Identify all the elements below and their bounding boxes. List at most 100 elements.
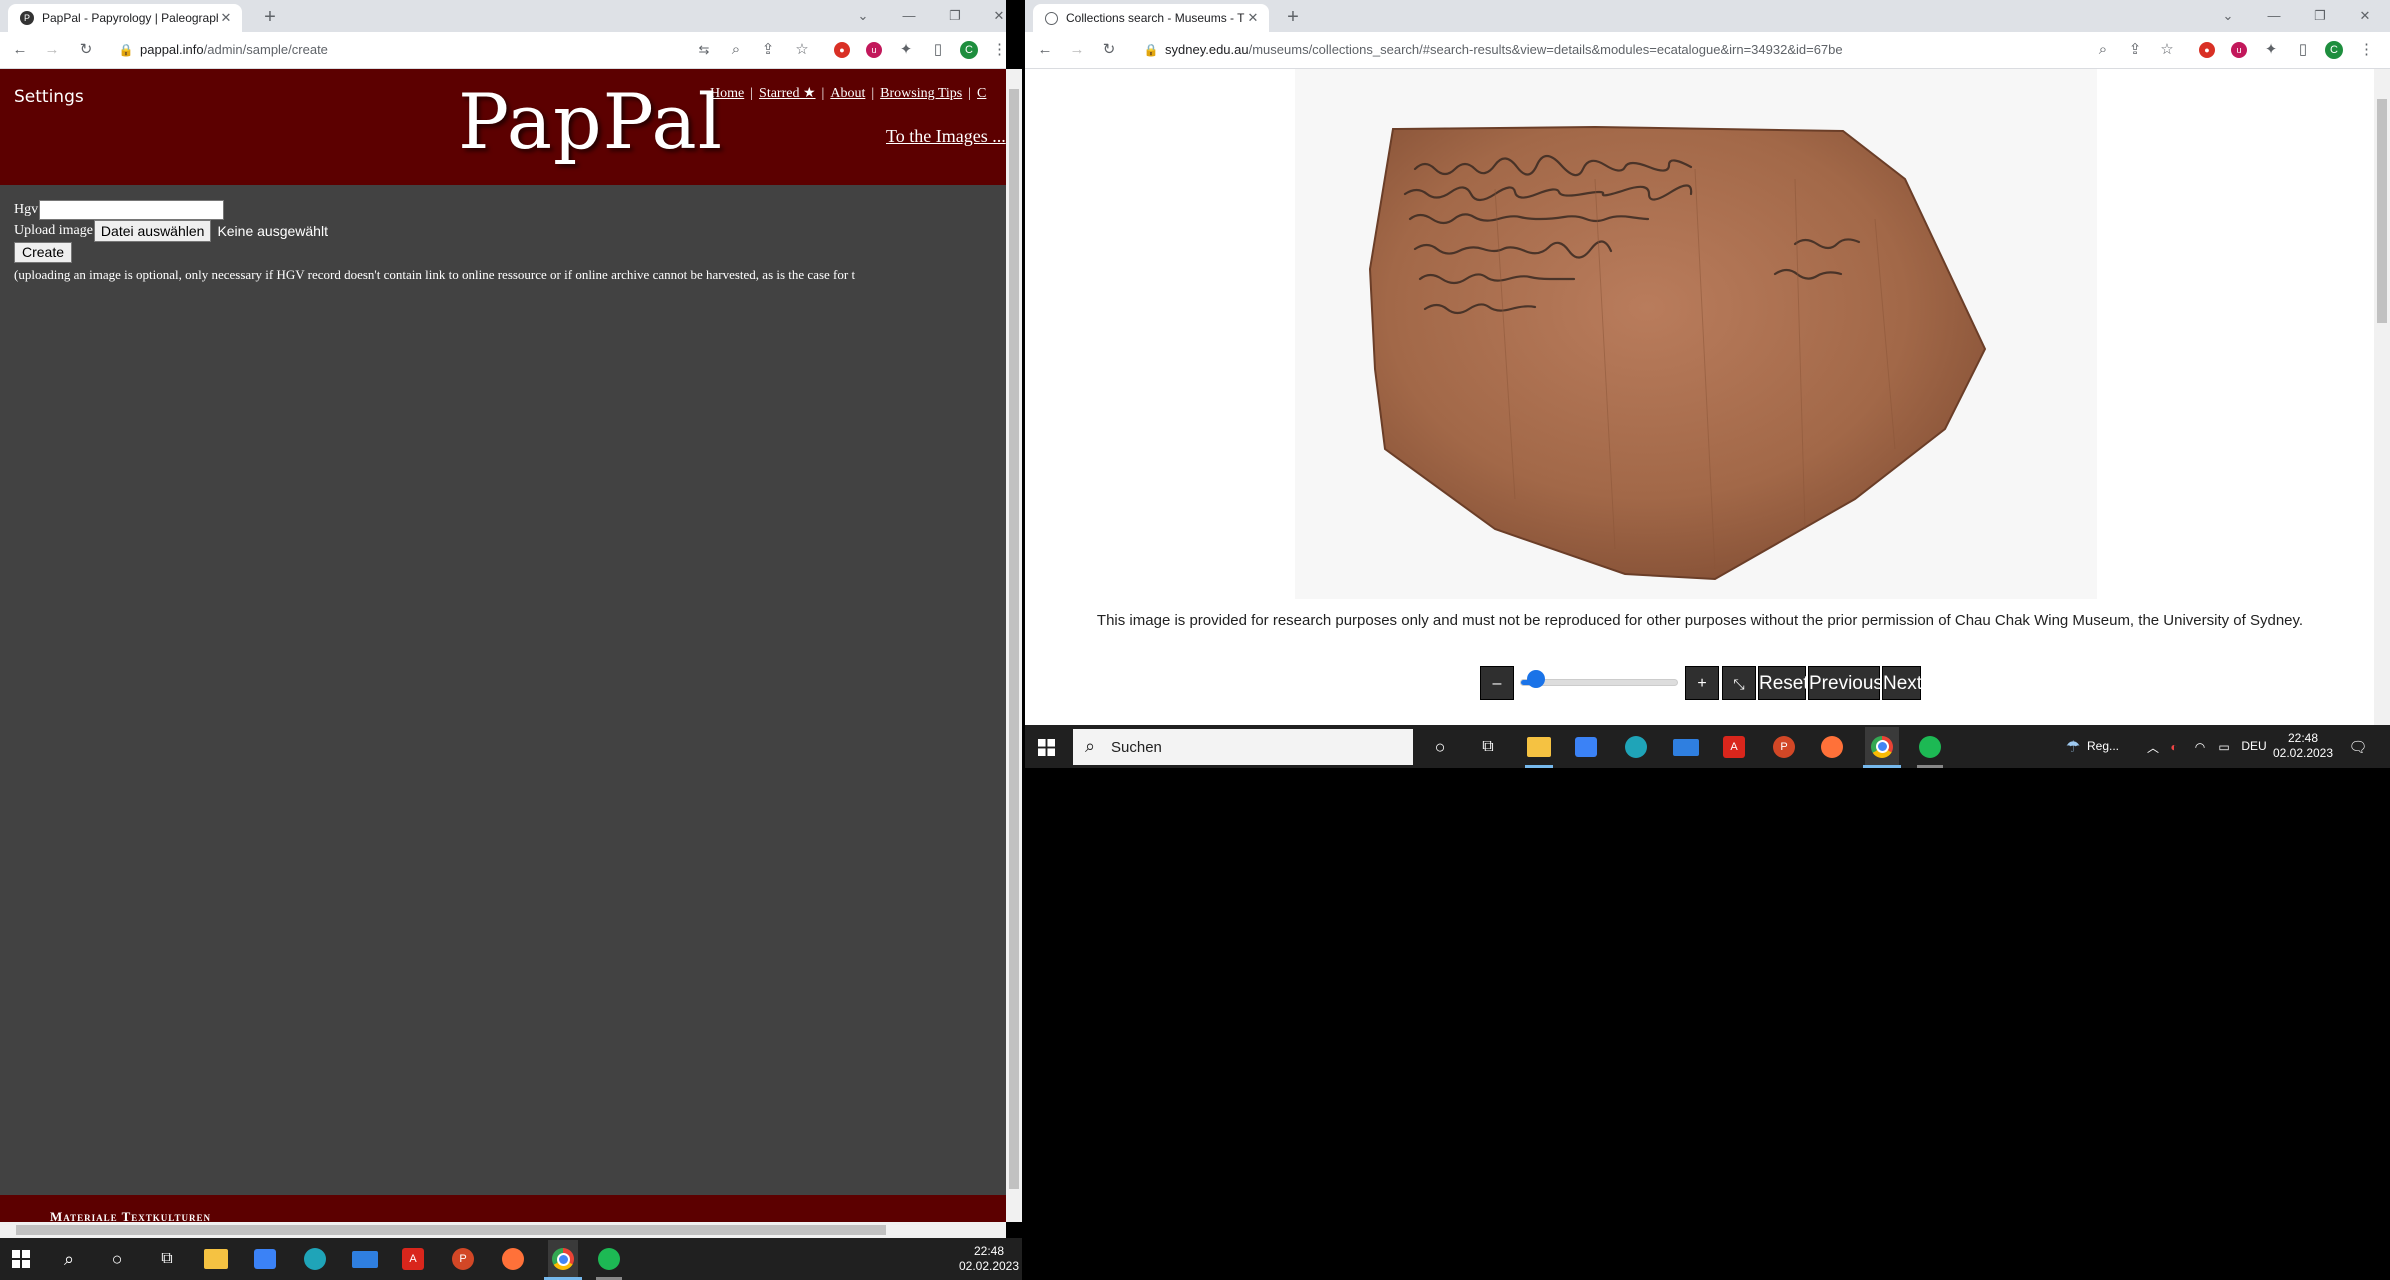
- new-tab-plus-icon[interactable]: +: [256, 4, 284, 30]
- nav-browsing-tips[interactable]: Browsing Tips: [880, 86, 962, 101]
- forward-arrow-icon[interactable]: →: [1067, 40, 1087, 60]
- firefox-icon[interactable]: [502, 1248, 524, 1270]
- powerpoint-icon[interactable]: P: [452, 1248, 474, 1270]
- file-explorer-icon[interactable]: [204, 1249, 228, 1269]
- sidepanel-icon[interactable]: ▯: [928, 40, 948, 60]
- menu-dots-icon[interactable]: ⋮: [2359, 40, 2374, 60]
- puzzle-icon[interactable]: ✦: [2261, 40, 2281, 60]
- task-view-icon[interactable]: ⧉: [1475, 735, 1501, 759]
- chrome-icon[interactable]: [1865, 727, 1899, 766]
- powerpoint-icon[interactable]: P: [1773, 736, 1795, 758]
- create-button[interactable]: Create: [14, 242, 73, 263]
- file-explorer-icon[interactable]: [1527, 737, 1551, 757]
- spotify-icon[interactable]: [1919, 736, 1941, 758]
- zoom-out-button[interactable]: –: [1480, 666, 1514, 700]
- reload-icon[interactable]: ↻: [76, 40, 96, 60]
- close-icon[interactable]: ✕: [1245, 10, 1261, 26]
- forward-arrow-icon[interactable]: →: [42, 40, 62, 60]
- left-vertical-thumb[interactable]: [1009, 89, 1019, 1189]
- chevron-down-icon[interactable]: ⌄: [840, 0, 886, 32]
- back-arrow-icon[interactable]: ←: [10, 40, 30, 60]
- mail-icon[interactable]: [1673, 739, 1699, 756]
- restore-icon[interactable]: ❐: [932, 0, 978, 32]
- next-button[interactable]: Next: [1882, 666, 1922, 700]
- left-horizontal-thumb[interactable]: [16, 1225, 886, 1235]
- star-icon[interactable]: ☆: [792, 40, 812, 60]
- translate-icon[interactable]: ⇆: [694, 40, 714, 60]
- mail-icon[interactable]: [352, 1251, 378, 1268]
- wifi-icon[interactable]: ◠: [2191, 737, 2209, 757]
- task-view-icon[interactable]: ⧉: [154, 1247, 180, 1271]
- star-icon[interactable]: ☆: [2157, 40, 2177, 60]
- choose-file-button[interactable]: Datei auswählen: [93, 219, 212, 242]
- zoom-icon[interactable]: ⌕: [2093, 40, 2113, 60]
- extension-red-icon[interactable]: ●: [2199, 42, 2215, 58]
- left-vertical-scrollbar[interactable]: [1006, 69, 1022, 1222]
- nav-starred[interactable]: Starred ★: [759, 86, 815, 101]
- address-bar[interactable]: sydney.edu.au/museums/collections_search…: [1165, 42, 1843, 57]
- share-icon[interactable]: ⇪: [2125, 40, 2145, 60]
- right-vertical-scrollbar[interactable]: [2374, 69, 2390, 725]
- left-horizontal-scrollbar[interactable]: [0, 1222, 1006, 1238]
- share-icon[interactable]: ⇪: [758, 40, 778, 60]
- puzzle-icon[interactable]: ✦: [896, 40, 916, 60]
- weather-icon[interactable]: ☂: [2061, 736, 2085, 758]
- close-window-icon[interactable]: ✕: [976, 0, 1022, 32]
- restore-icon[interactable]: ❐: [2297, 0, 2343, 32]
- address-bar[interactable]: pappal.info/admin/sample/create: [140, 42, 328, 57]
- previous-button[interactable]: Previous: [1808, 666, 1883, 700]
- zoom-slider-thumb[interactable]: [1526, 670, 1545, 688]
- search-icon[interactable]: ⌕: [56, 1247, 82, 1271]
- tab-collections-search[interactable]: Collections search - Museums - The ✕: [1033, 4, 1269, 32]
- image-viewer[interactable]: [1295, 69, 2097, 599]
- language-indicator[interactable]: DEU: [2239, 739, 2269, 754]
- weather-text[interactable]: Reg...: [2087, 739, 2131, 754]
- tab-pappal[interactable]: P PapPal - Papyrology | Paleography ✕: [8, 4, 242, 32]
- store-icon[interactable]: [254, 1249, 276, 1269]
- left-clock[interactable]: 22:48 02.02.2023: [956, 1244, 1022, 1274]
- chevron-up-icon[interactable]: ︿: [2145, 737, 2161, 757]
- windows-start-icon[interactable]: [8, 1247, 34, 1271]
- extension-purple-icon[interactable]: u: [866, 42, 882, 58]
- avatar[interactable]: C: [2325, 41, 2343, 59]
- taskbar-search-box[interactable]: ⌕ Suchen: [1073, 729, 1413, 765]
- acrobat-icon[interactable]: A: [1723, 736, 1745, 758]
- windows-start-icon[interactable]: [1033, 735, 1059, 759]
- minimize-icon[interactable]: —: [886, 0, 932, 32]
- zoom-in-button[interactable]: +: [1685, 666, 1719, 700]
- chevron-down-icon[interactable]: ⌄: [2205, 0, 2251, 32]
- cortana-icon[interactable]: ○: [1427, 735, 1453, 759]
- reset-button[interactable]: Reset: [1758, 666, 1809, 700]
- right-clock[interactable]: 22:48 02.02.2023: [2271, 731, 2335, 761]
- settings-link[interactable]: Settings: [14, 87, 84, 107]
- extension-red-icon[interactable]: ●: [834, 42, 850, 58]
- hgv-input[interactable]: [39, 199, 225, 220]
- edge-icon[interactable]: [304, 1248, 326, 1270]
- back-arrow-icon[interactable]: ←: [1035, 40, 1055, 60]
- zoom-icon[interactable]: ⌕: [726, 40, 746, 60]
- minimize-icon[interactable]: —: [2251, 0, 2297, 32]
- nav-about[interactable]: About: [830, 86, 865, 101]
- menu-dots-icon[interactable]: ⋮: [992, 40, 1007, 60]
- nav-more[interactable]: C: [977, 86, 986, 101]
- right-vertical-thumb[interactable]: [2377, 99, 2387, 323]
- edge-icon[interactable]: [1625, 736, 1647, 758]
- close-icon[interactable]: ✕: [218, 10, 234, 26]
- antivirus-icon[interactable]: ◐: [2165, 738, 2183, 756]
- new-tab-plus-icon[interactable]: +: [1279, 4, 1307, 30]
- cortana-icon[interactable]: ○: [104, 1247, 130, 1271]
- acrobat-icon[interactable]: A: [402, 1248, 424, 1270]
- close-window-icon[interactable]: ✕: [2342, 0, 2388, 32]
- pappal-logo[interactable]: PapPal: [458, 77, 723, 166]
- chrome-icon[interactable]: [548, 1240, 578, 1278]
- fit-screen-icon[interactable]: ⤡: [1722, 666, 1756, 700]
- extension-purple-icon[interactable]: u: [2231, 42, 2247, 58]
- firefox-icon[interactable]: [1821, 736, 1843, 758]
- avatar[interactable]: C: [960, 41, 978, 59]
- nav-home[interactable]: Home: [710, 86, 744, 101]
- notification-icon[interactable]: 🗨: [2347, 736, 2369, 758]
- to-images-link[interactable]: To the Images ...: [886, 126, 1006, 147]
- sidepanel-icon[interactable]: ▯: [2293, 40, 2313, 60]
- store-icon[interactable]: [1575, 737, 1597, 757]
- battery-icon[interactable]: ▭: [2215, 737, 2233, 757]
